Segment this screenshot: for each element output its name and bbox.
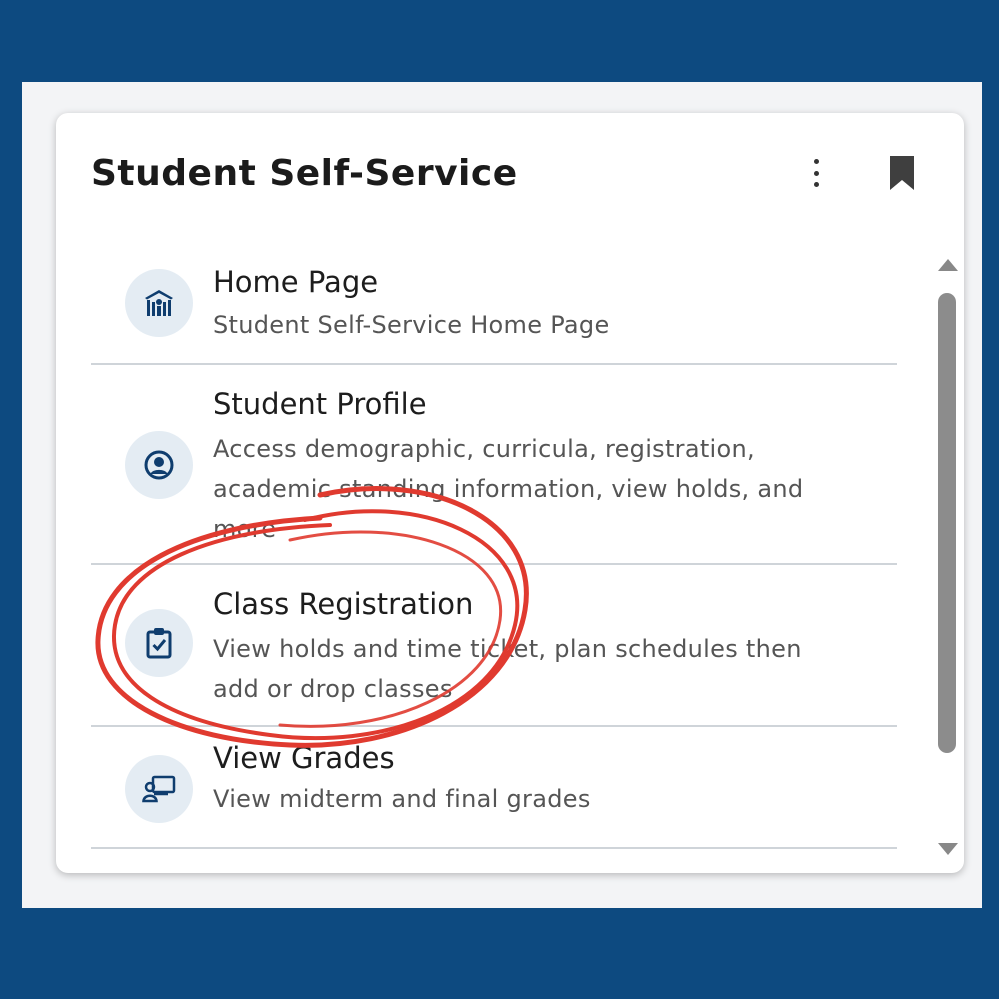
teacher-board-icon [125, 755, 193, 823]
list-item-class-registration[interactable]: Class Registration View holds and time t… [91, 565, 897, 725]
divider [91, 847, 897, 849]
list-item-view-grades[interactable]: View Grades View midterm and final grade… [91, 727, 897, 847]
item-description: Access demographic, curricula, registrat… [213, 435, 804, 543]
bookmark-icon[interactable] [889, 155, 915, 191]
item-title: Student Profile [213, 387, 427, 421]
item-title: Class Registration [213, 587, 474, 621]
more-options-icon[interactable] [808, 156, 824, 190]
card-title: Student Self-Service [91, 153, 518, 194]
scroll-up-icon[interactable] [938, 259, 958, 271]
item-description: View midterm and final grades [213, 785, 591, 813]
student-self-service-card: Student Self-Service Home Page Student S [56, 113, 964, 873]
scrollbar-thumb[interactable] [938, 293, 956, 753]
school-building-icon [125, 269, 193, 337]
item-title: Home Page [213, 265, 379, 299]
item-description: View holds and time ticket, plan schedul… [213, 635, 802, 703]
list-item-home-page[interactable]: Home Page Student Self-Service Home Page [91, 243, 897, 363]
list-item-student-profile[interactable]: Student Profile Access demographic, curr… [91, 365, 897, 563]
person-circle-icon [125, 431, 193, 499]
item-description: Student Self-Service Home Page [213, 311, 610, 339]
clipboard-check-icon [125, 609, 193, 677]
item-title: View Grades [213, 741, 395, 775]
scroll-down-icon[interactable] [938, 843, 958, 855]
service-list: Home Page Student Self-Service Home Page… [91, 243, 897, 873]
vertical-scrollbar[interactable] [930, 243, 960, 863]
